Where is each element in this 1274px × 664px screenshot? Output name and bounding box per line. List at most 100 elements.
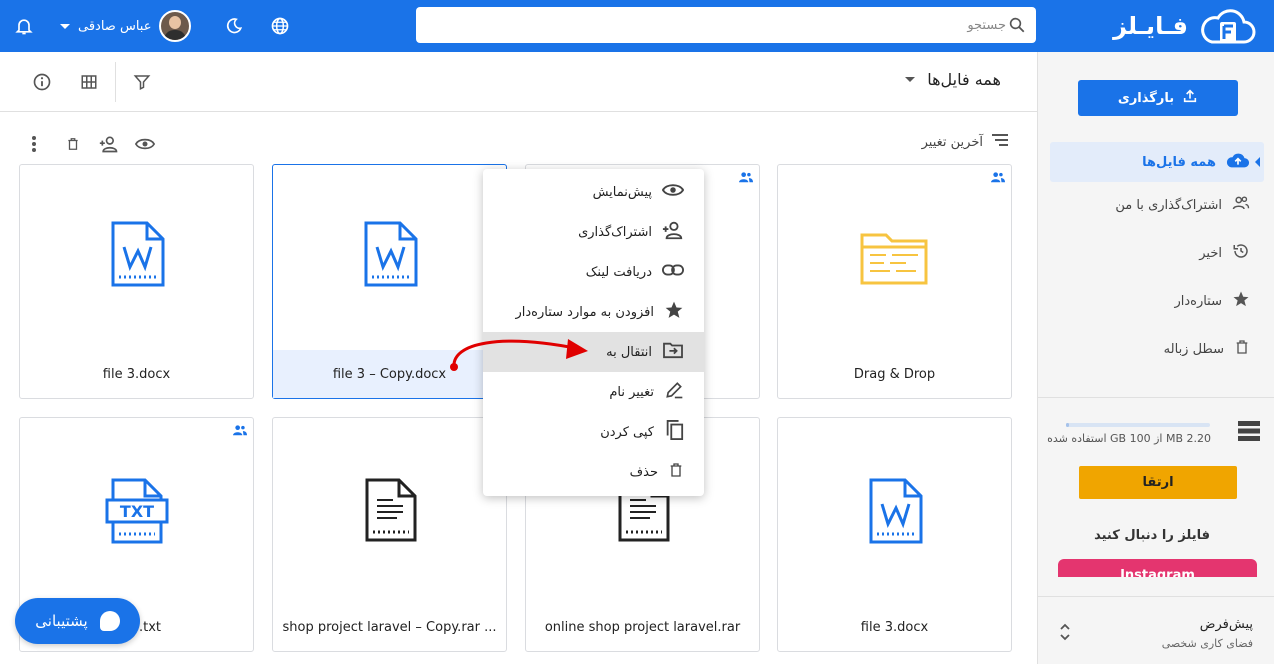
caret-down-icon [905, 77, 916, 82]
copy-icon [664, 419, 684, 445]
trash-icon [668, 460, 684, 484]
sidebar-item-label: سطل زباله [1163, 341, 1224, 357]
sidebar-item-label: ستاره‌دار [1174, 293, 1222, 309]
menu-item-rename[interactable]: تغییر نام [483, 372, 704, 412]
top-bar: فـایـلز عباس صادقی [0, 0, 1274, 52]
user-name: عباس صادقی [78, 18, 152, 34]
main-header: همه فایل‌ها [0, 52, 1037, 112]
menu-item-label: انتقال به [606, 344, 652, 360]
eye-icon[interactable] [133, 132, 157, 156]
instagram-button[interactable]: Instagram [1058, 559, 1257, 577]
annotation-arrow [450, 339, 588, 371]
menu-item-label: کپی کردن [600, 424, 654, 440]
folder-icon [860, 231, 930, 289]
edit-icon [664, 380, 684, 404]
file-card[interactable]: file 3.docx [19, 164, 254, 399]
folder-name: Drag & Drop [853, 366, 936, 382]
info-icon[interactable] [28, 68, 56, 96]
trash-icon [1234, 338, 1250, 360]
sidebar-item-starred[interactable]: ستاره‌دار [1050, 281, 1264, 321]
sidebar-item-label: همه فایل‌ها [1142, 154, 1216, 170]
filter-icon[interactable] [128, 68, 156, 96]
more-vert-icon[interactable] [22, 132, 46, 156]
upgrade-button[interactable]: ارتقا [1079, 466, 1237, 499]
workspace-selector[interactable]: پیش‌فرض فضای کاری شخصی [1038, 596, 1274, 664]
storage-icon [1237, 420, 1261, 446]
user-menu[interactable]: عباس صادقی [60, 10, 192, 42]
upload-icon [1182, 88, 1198, 108]
globe-icon[interactable] [266, 12, 294, 40]
menu-item-share[interactable]: اشتراک‌گذاری [483, 212, 704, 252]
file-name: shop project laravel – Copy.rar ... [282, 619, 497, 635]
chat-bubble-icon [99, 611, 120, 631]
shared-icon [739, 171, 753, 187]
word-file-icon [362, 221, 418, 291]
logo-cloud-icon [1198, 8, 1256, 44]
storage-progress-bar [1066, 423, 1210, 427]
menu-item-preview[interactable]: پیش‌نمایش [483, 172, 704, 212]
shared-icon [233, 424, 247, 440]
grid-icon[interactable] [75, 68, 103, 96]
sidebar-item-label: اشتراک‌گذاری با من [1115, 197, 1222, 213]
move-icon [662, 341, 684, 363]
logo-text: فـایـلز [1113, 12, 1188, 40]
follow-text: فایلز را دنبال کنید [1094, 528, 1210, 543]
instagram-label: Instagram [1120, 568, 1195, 577]
menu-item-label: افزودن به موارد ستاره‌دار [515, 304, 655, 320]
file-card[interactable]: file 3.docx [777, 417, 1012, 652]
trash-icon[interactable] [61, 132, 85, 156]
folder-card[interactable]: Drag & Drop [777, 164, 1012, 399]
archive-file-icon [363, 478, 417, 546]
page-title: همه فایل‌ها [927, 70, 1001, 89]
menu-item-label: دریافت لینک [585, 264, 652, 280]
cloud-upload-icon [1226, 151, 1250, 173]
file-card[interactable]: shop project laravel – Copy.rar ... [272, 417, 507, 652]
avatar [159, 10, 192, 42]
sidebar: بارگذاری همه فایل‌ها اشتراک‌گذاری با من … [1037, 52, 1274, 664]
sidebar-item-all-files[interactable]: همه فایل‌ها [1050, 142, 1264, 182]
menu-item-label: حذف [629, 464, 658, 480]
logo[interactable]: فـایـلز [1096, 8, 1256, 44]
storage-usage-text: 2.20 MB از 100 GB استفاده شده [1047, 432, 1211, 445]
menu-item-copy[interactable]: کپی کردن [483, 412, 704, 452]
history-icon [1232, 242, 1250, 264]
sort-label: آخرین تغییر [921, 134, 983, 150]
people-icon [1232, 194, 1250, 216]
file-name: file 3.docx [102, 366, 171, 382]
eye-icon [661, 182, 685, 202]
workspace-subtitle: فضای کاری شخصی [1161, 637, 1253, 650]
sidebar-item-shared[interactable]: اشتراک‌گذاری با من [1050, 185, 1264, 225]
search-icon[interactable] [1006, 14, 1028, 36]
menu-item-get-link[interactable]: دریافت لینک [483, 252, 704, 292]
menu-item-label: پیش‌نمایش [592, 184, 652, 200]
active-indicator-icon [1255, 157, 1260, 167]
txt-file-icon: TXT [105, 478, 169, 548]
moon-icon[interactable] [220, 12, 248, 40]
file-name: online shop project laravel.rar [544, 619, 741, 635]
star-icon [664, 300, 684, 324]
sort-dropdown[interactable]: آخرین تغییر [922, 133, 1009, 151]
folder-title-dropdown[interactable]: همه فایل‌ها [905, 70, 1001, 89]
chevron-down-icon [60, 23, 70, 29]
sidebar-item-trash[interactable]: سطل زباله [1050, 329, 1264, 369]
upload-button[interactable]: بارگذاری [1078, 80, 1238, 116]
word-file-icon [867, 478, 923, 548]
person-add-icon[interactable] [97, 132, 121, 156]
sort-icon [991, 133, 1009, 151]
menu-item-label: اشتراک‌گذاری [578, 224, 652, 240]
list-toolbar: آخرین تغییر [0, 128, 1037, 158]
search-bar[interactable] [416, 7, 1036, 43]
bell-icon[interactable] [10, 12, 38, 40]
word-file-icon [109, 221, 165, 291]
search-input[interactable] [424, 17, 1006, 33]
sidebar-item-recent[interactable]: اخیر [1050, 233, 1264, 273]
sidebar-item-label: اخیر [1199, 245, 1222, 261]
star-icon [1232, 290, 1250, 312]
unfold-icon [1058, 621, 1072, 647]
header-divider [115, 62, 116, 102]
menu-item-delete[interactable]: حذف [483, 452, 704, 492]
storage-section: 2.20 MB از 100 GB استفاده شده [1038, 397, 1274, 457]
upload-label: بارگذاری [1117, 90, 1175, 106]
svg-text:TXT: TXT [119, 502, 153, 521]
support-button[interactable]: پشتیبانی [15, 598, 140, 644]
